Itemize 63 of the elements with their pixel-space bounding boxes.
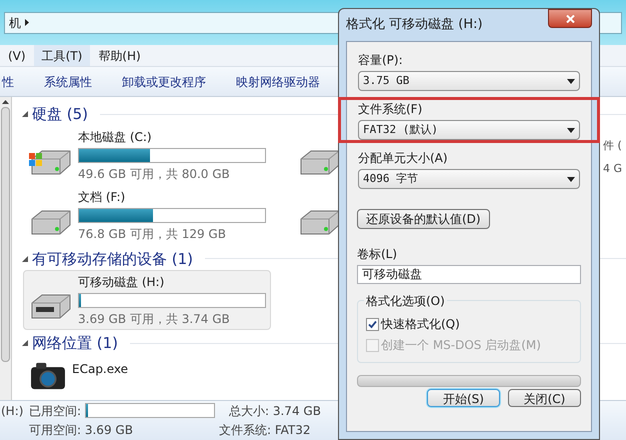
scroll-thumb[interactable] bbox=[1, 107, 10, 362]
option-checkbox[interactable]: 快速格式化(Q) bbox=[366, 315, 572, 333]
close-icon bbox=[566, 14, 574, 22]
toolbar-button[interactable]: 性 bbox=[2, 72, 14, 90]
toolbar-button[interactable]: 系统属性 bbox=[44, 72, 92, 90]
dropdown-value: 3.75 GB bbox=[363, 72, 410, 89]
drive-tile[interactable]: 本地磁盘 (C:) 49.6 GB 可用，共 80.0 GB bbox=[23, 126, 271, 186]
toolbar-button[interactable]: 卸载或更改程序 bbox=[122, 72, 206, 90]
field-label: 文件系统(F) bbox=[358, 101, 424, 118]
option-label: 快速格式化(Q) bbox=[381, 316, 460, 333]
free-space-text: 可用空间: 3.69 GB bbox=[29, 422, 134, 440]
drive-name: 本地磁盘 (C:) bbox=[78, 129, 153, 146]
menu-item[interactable]: 工具(T) bbox=[34, 45, 90, 66]
used-space-label: 已用空间: bbox=[29, 402, 82, 420]
close-button[interactable] bbox=[548, 9, 592, 28]
drive-label: (H:) bbox=[1, 402, 24, 420]
drive-tile[interactable]: 可移动磁盘 (H:) 3.69 GB 可用，共 3.74 GB bbox=[23, 270, 271, 330]
dropdown[interactable]: FAT32 (默认) bbox=[358, 120, 580, 140]
drive-name: 可移动磁盘 (H:) bbox=[78, 274, 166, 290]
total-size-text: 总大小: 3.74 GB bbox=[228, 402, 322, 420]
drive-info: 76.8 GB 可用，共 129 GB bbox=[78, 226, 227, 243]
dropdown[interactable]: 3.75 GB bbox=[358, 71, 580, 91]
scroll-up-icon[interactable] bbox=[2, 100, 9, 104]
drive-name: 文档 (F:) bbox=[78, 189, 126, 206]
field-label: 分配单元大小(A) bbox=[358, 150, 449, 167]
collapse-icon[interactable] bbox=[22, 111, 28, 118]
option-label: 创建一个 MS-DOS 启动盘(M) bbox=[381, 337, 541, 354]
volume-label-caption: 卷标(L) bbox=[357, 246, 398, 263]
drive-text-fragment: 件 ( bbox=[603, 138, 623, 154]
dropdown-arrow-icon bbox=[567, 176, 575, 182]
dialog-button[interactable]: 关闭(C) bbox=[508, 389, 581, 407]
drive-tile[interactable]: ECap.exe bbox=[23, 354, 271, 394]
group-heading[interactable]: 网络位置 (1) bbox=[32, 332, 118, 354]
dialog-title: 格式化 可移动磁盘 (H:) bbox=[346, 16, 483, 34]
dropdown-value: FAT32 (默认) bbox=[363, 122, 438, 138]
drive-info: 3.69 GB 可用，共 3.74 GB bbox=[78, 310, 231, 328]
drive-tile[interactable]: 文档 (F:) 76.8 GB 可用，共 129 GB bbox=[23, 186, 271, 246]
drive-text-fragment: 4 G bbox=[603, 160, 624, 176]
checkmark-icon bbox=[368, 320, 377, 328]
menu-item[interactable]: 帮助(H) bbox=[90, 45, 149, 66]
options-group-title: 格式化选项(O) bbox=[364, 292, 447, 310]
dropdown-arrow-icon bbox=[567, 78, 575, 84]
dialog-button[interactable]: 开始(S) bbox=[427, 389, 500, 407]
group-heading[interactable]: 有可移动存储的设备 (1) bbox=[32, 248, 194, 270]
checkbox[interactable] bbox=[366, 318, 379, 330]
collapse-icon[interactable] bbox=[22, 256, 28, 262]
drive-info: 49.6 GB 可用，共 80.0 GB bbox=[78, 166, 231, 183]
restore-defaults-button[interactable]: 还原设备的默认值(D) bbox=[357, 209, 490, 229]
toolbar-button[interactable]: 映射网络驱动器 bbox=[236, 72, 320, 90]
breadcrumb-arrow-icon bbox=[25, 19, 29, 26]
camera-icon bbox=[28, 362, 68, 390]
dropdown-value: 4096 字节 bbox=[363, 170, 418, 187]
field-label: 容量(P): bbox=[358, 52, 404, 69]
dropdown-arrow-icon bbox=[567, 128, 575, 132]
dropdown[interactable]: 4096 字节 bbox=[358, 169, 580, 189]
menu-item[interactable]: (V) bbox=[0, 45, 34, 66]
scrollbar[interactable] bbox=[0, 97, 12, 400]
drive-name: ECap.exe bbox=[72, 360, 128, 378]
collapse-icon[interactable] bbox=[22, 340, 28, 346]
group-heading[interactable]: 硬盘 (5) bbox=[32, 103, 88, 126]
address-text: 机 bbox=[9, 14, 21, 32]
volume-label-field[interactable]: 可移动磁盘 bbox=[357, 265, 581, 284]
file-system-text: 文件系统: FAT32 bbox=[219, 422, 312, 440]
